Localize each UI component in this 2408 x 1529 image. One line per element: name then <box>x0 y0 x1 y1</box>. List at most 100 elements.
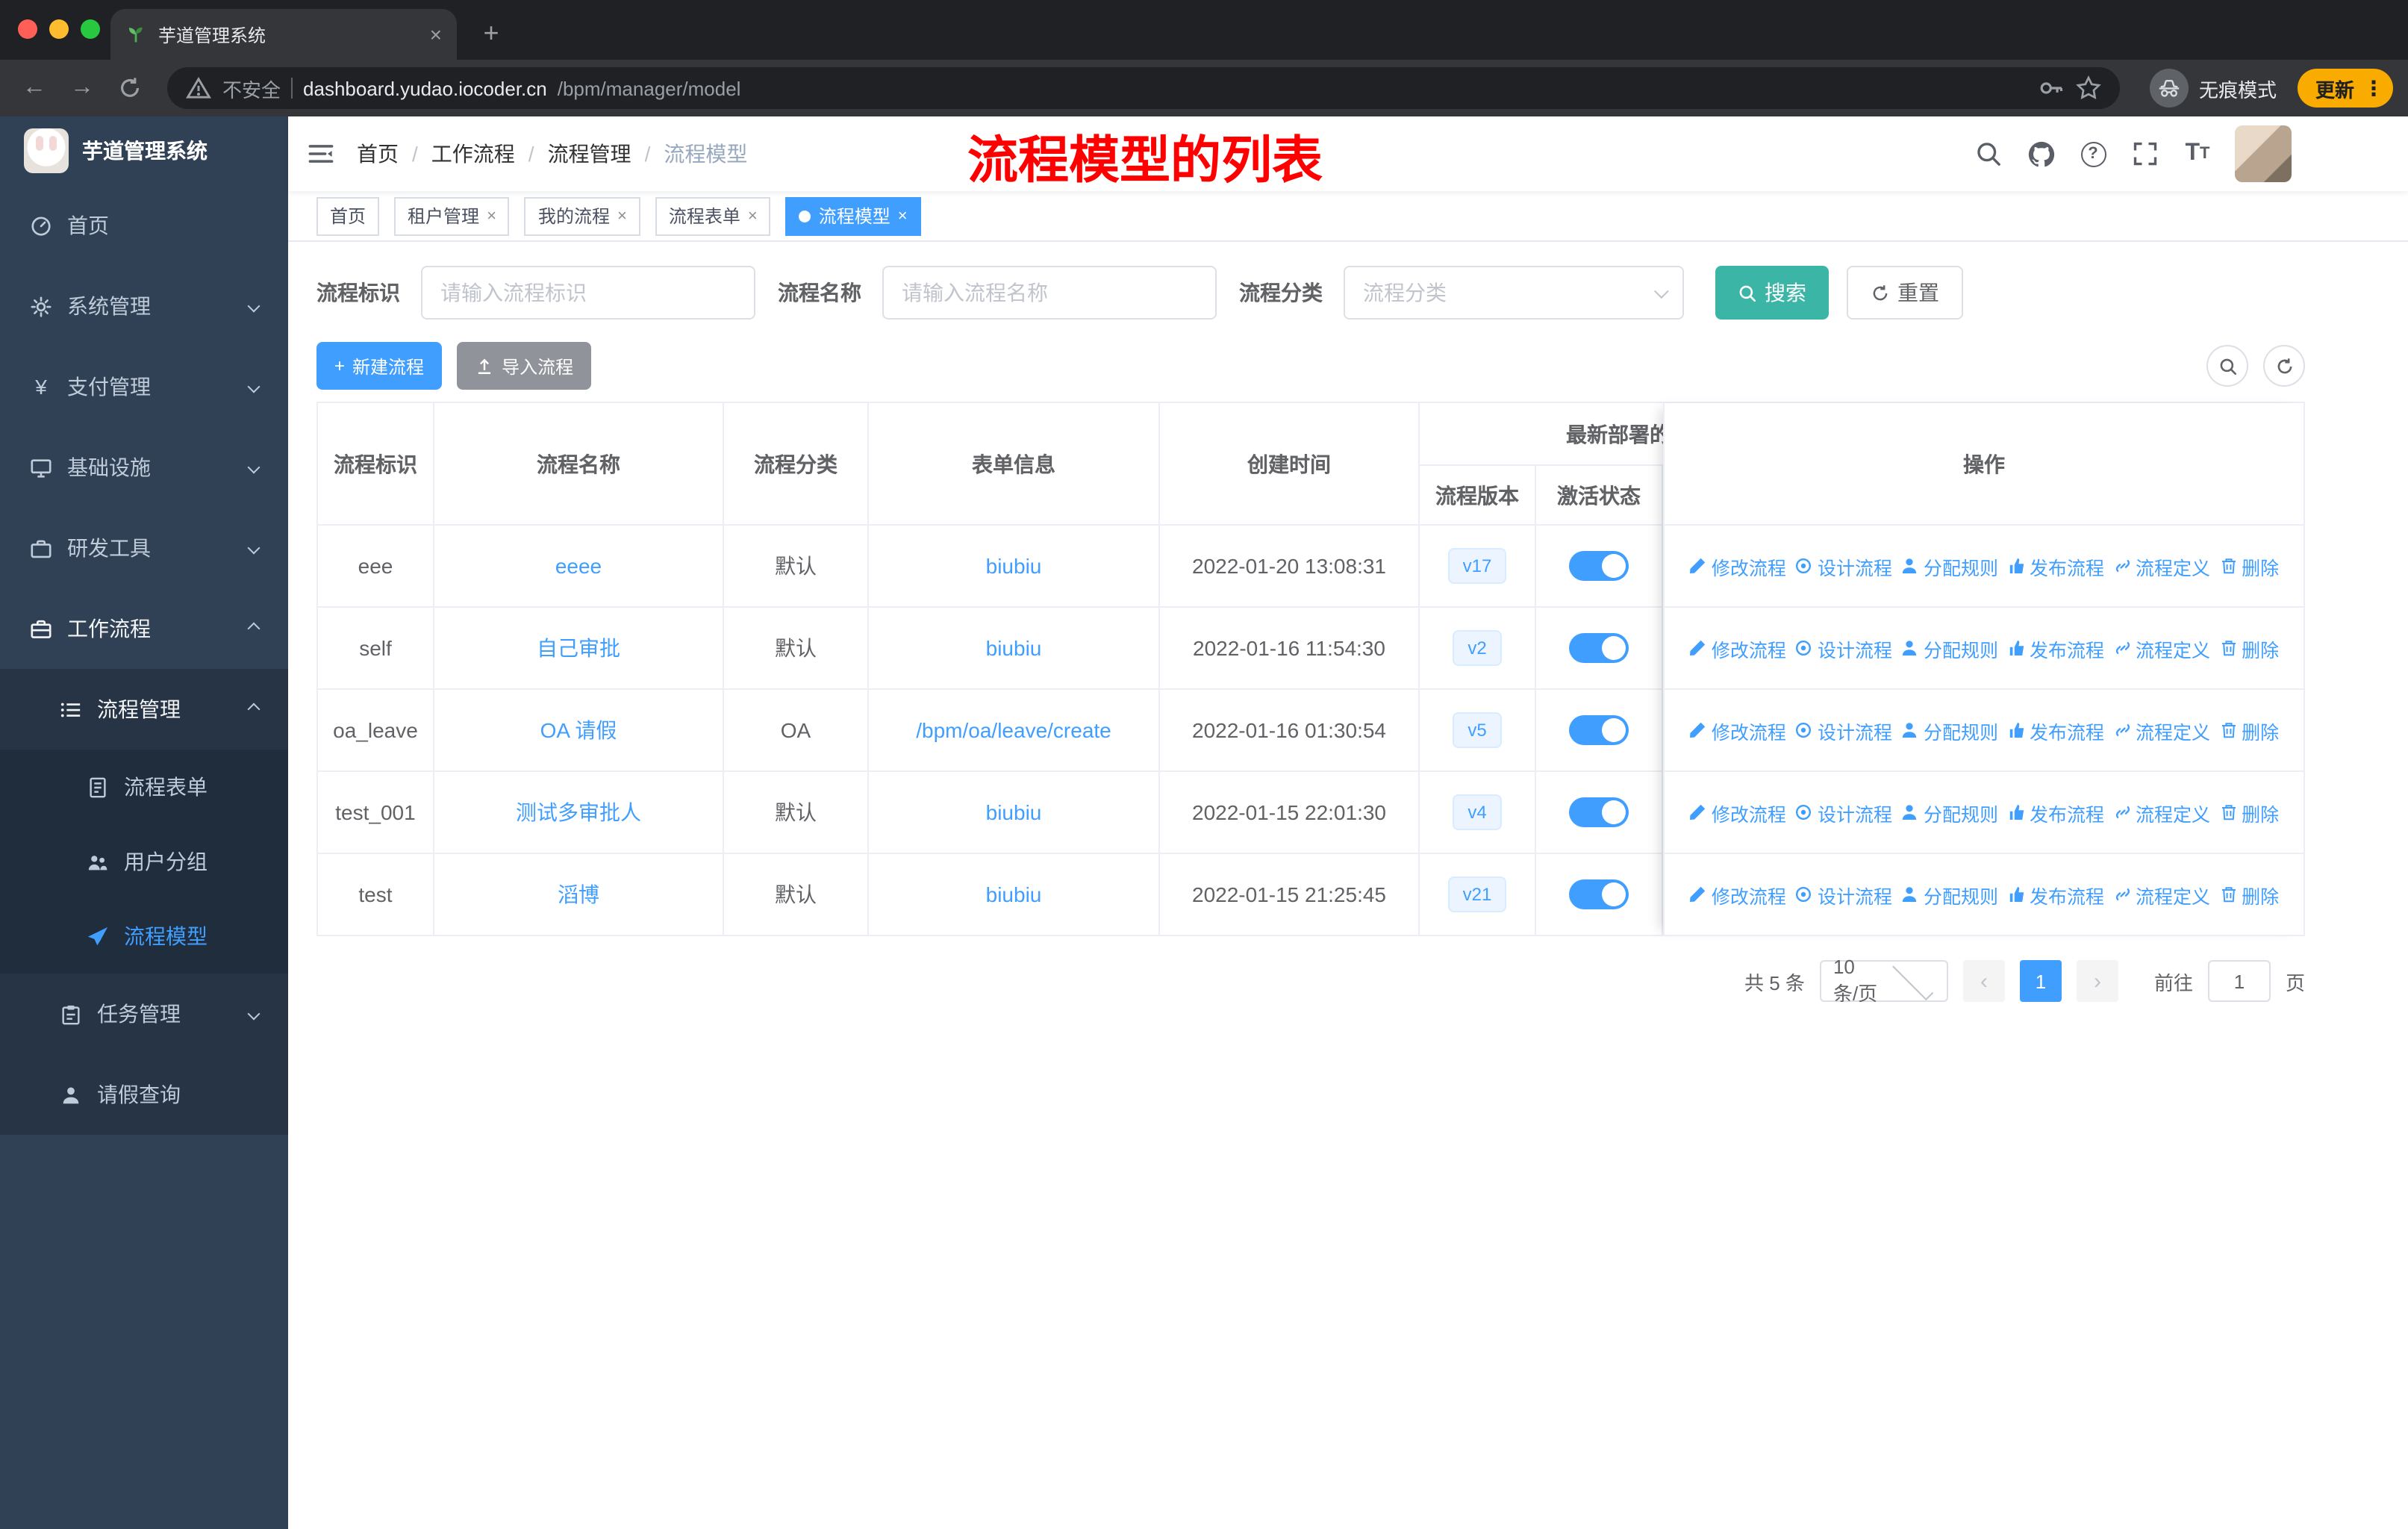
tab-close-icon[interactable]: × <box>430 22 442 46</box>
action-publish[interactable]: 发布流程 <box>2007 634 2104 662</box>
prev-page-button[interactable]: ‹ <box>1962 960 2005 1002</box>
github-icon[interactable] <box>2026 139 2056 169</box>
sidebar-item-task-mgmt[interactable]: 任务管理 <box>0 974 288 1054</box>
back-icon[interactable]: ← <box>15 69 54 108</box>
sidebar-item-process-form[interactable]: 流程表单 <box>0 750 288 824</box>
reset-button[interactable]: 重置 <box>1847 266 1963 320</box>
action-delete[interactable]: 删除 <box>2219 552 2279 580</box>
action-edit[interactable]: 修改流程 <box>1689 798 1786 826</box>
bookmark-star-icon[interactable] <box>2075 75 2102 102</box>
close-window-button[interactable] <box>18 19 37 39</box>
action-definition[interactable]: 流程定义 <box>2113 716 2210 744</box>
active-toggle[interactable] <box>1569 797 1629 827</box>
process-name-link[interactable]: 滔博 <box>558 879 599 909</box>
action-publish[interactable]: 发布流程 <box>2007 880 2104 909</box>
action-definition[interactable]: 流程定义 <box>2113 798 2210 826</box>
action-assign[interactable]: 分配规则 <box>1901 880 1998 909</box>
minimize-window-button[interactable] <box>49 19 69 39</box>
fullscreen-icon[interactable] <box>2130 139 2160 169</box>
form-info-link[interactable]: biubiu <box>986 554 1042 578</box>
action-definition[interactable]: 流程定义 <box>2113 880 2210 909</box>
sidebar-item-workflow[interactable]: 工作流程 <box>0 588 288 669</box>
action-delete[interactable]: 删除 <box>2219 880 2279 909</box>
breadcrumb-process-mgmt[interactable]: 流程管理 <box>548 139 631 169</box>
sidebar-item-system[interactable]: 系统管理 <box>0 266 288 346</box>
form-info-link[interactable]: biubiu <box>986 636 1042 660</box>
hamburger-icon[interactable] <box>288 116 354 191</box>
breadcrumb-workflow[interactable]: 工作流程 <box>431 139 515 169</box>
process-name-link[interactable]: 自己审批 <box>537 633 620 663</box>
page-number-button[interactable]: 1 <box>2019 960 2062 1002</box>
action-assign[interactable]: 分配规则 <box>1901 798 1998 826</box>
tag-tenant[interactable]: 租户管理 × <box>394 196 510 235</box>
active-toggle[interactable] <box>1569 633 1629 663</box>
sidebar-item-devtools[interactable]: 研发工具 <box>0 508 288 588</box>
process-name-link[interactable]: OA 请假 <box>540 715 617 745</box>
action-delete[interactable]: 删除 <box>2219 716 2279 744</box>
form-info-link[interactable]: /bpm/oa/leave/create <box>916 718 1111 742</box>
action-publish[interactable]: 发布流程 <box>2007 552 2104 580</box>
font-size-icon[interactable]: TT <box>2183 139 2212 169</box>
action-assign[interactable]: 分配规则 <box>1901 552 1998 580</box>
browser-tab[interactable]: 芋道管理系统 × <box>110 9 457 60</box>
form-info-link[interactable]: biubiu <box>986 882 1042 906</box>
reload-icon[interactable] <box>110 69 149 108</box>
process-name-link[interactable]: 测试多审批人 <box>516 797 641 827</box>
sidebar-item-payment[interactable]: ¥ 支付管理 <box>0 346 288 427</box>
tag-process-model[interactable]: 流程模型 × <box>785 196 921 235</box>
process-id-input[interactable] <box>421 266 755 320</box>
toggle-search-button[interactable] <box>2206 345 2248 387</box>
user-avatar[interactable] <box>2235 125 2292 182</box>
action-design[interactable]: 设计流程 <box>1795 716 1892 744</box>
sidebar-item-home[interactable]: 首页 <box>0 185 288 266</box>
action-edit[interactable]: 修改流程 <box>1689 634 1786 662</box>
close-icon[interactable]: × <box>617 207 627 225</box>
form-info-link[interactable]: biubiu <box>986 800 1042 824</box>
action-delete[interactable]: 删除 <box>2219 634 2279 662</box>
action-publish[interactable]: 发布流程 <box>2007 716 2104 744</box>
action-assign[interactable]: 分配规则 <box>1901 634 1998 662</box>
category-select[interactable]: 流程分类 <box>1344 266 1684 320</box>
update-button[interactable]: 更新 ⋮ <box>2297 69 2393 108</box>
tag-process-form[interactable]: 流程表单 × <box>655 196 771 235</box>
search-icon[interactable] <box>1974 139 2003 169</box>
sidebar-item-process-mgmt[interactable]: 流程管理 <box>0 669 288 750</box>
action-design[interactable]: 设计流程 <box>1795 634 1892 662</box>
key-icon[interactable] <box>2038 75 2065 102</box>
process-name-input[interactable] <box>882 266 1217 320</box>
import-process-button[interactable]: 导入流程 <box>457 342 592 390</box>
action-edit[interactable]: 修改流程 <box>1689 552 1786 580</box>
sidebar-item-leave-query[interactable]: 请假查询 <box>0 1054 288 1135</box>
search-button[interactable]: 搜索 <box>1715 266 1829 320</box>
active-toggle[interactable] <box>1569 715 1629 745</box>
url-bar[interactable]: 不安全 dashboard.yudao.iocoder.cn/bpm/manag… <box>167 67 2120 109</box>
action-design[interactable]: 设计流程 <box>1795 798 1892 826</box>
action-delete[interactable]: 删除 <box>2219 798 2279 826</box>
action-design[interactable]: 设计流程 <box>1795 552 1892 580</box>
tag-home[interactable]: 首页 <box>316 196 380 235</box>
sidebar-item-infra[interactable]: 基础设施 <box>0 427 288 508</box>
close-icon[interactable]: × <box>487 207 496 225</box>
breadcrumb-home[interactable]: 首页 <box>357 139 399 169</box>
process-name-link[interactable]: eeee <box>555 554 602 578</box>
action-edit[interactable]: 修改流程 <box>1689 880 1786 909</box>
refresh-table-button[interactable] <box>2263 345 2305 387</box>
action-edit[interactable]: 修改流程 <box>1689 716 1786 744</box>
forward-icon[interactable]: → <box>63 69 102 108</box>
close-icon[interactable]: × <box>898 207 908 225</box>
action-assign[interactable]: 分配规则 <box>1901 716 1998 744</box>
action-design[interactable]: 设计流程 <box>1795 880 1892 909</box>
sidebar-item-process-model[interactable]: 流程模型 <box>0 899 288 974</box>
active-toggle[interactable] <box>1569 551 1629 581</box>
sidebar-item-user-group[interactable]: 用户分组 <box>0 824 288 899</box>
create-process-button[interactable]: + 新建流程 <box>316 342 443 390</box>
page-size-select[interactable]: 10条/页 <box>1819 956 1948 1005</box>
next-page-button[interactable]: › <box>2076 960 2118 1002</box>
active-toggle[interactable] <box>1569 879 1629 909</box>
goto-page-input[interactable] <box>2207 960 2271 1002</box>
help-icon[interactable]: ? <box>2078 139 2108 169</box>
zoom-window-button[interactable] <box>81 19 100 39</box>
close-icon[interactable]: × <box>748 207 758 225</box>
action-definition[interactable]: 流程定义 <box>2113 634 2210 662</box>
action-definition[interactable]: 流程定义 <box>2113 552 2210 580</box>
